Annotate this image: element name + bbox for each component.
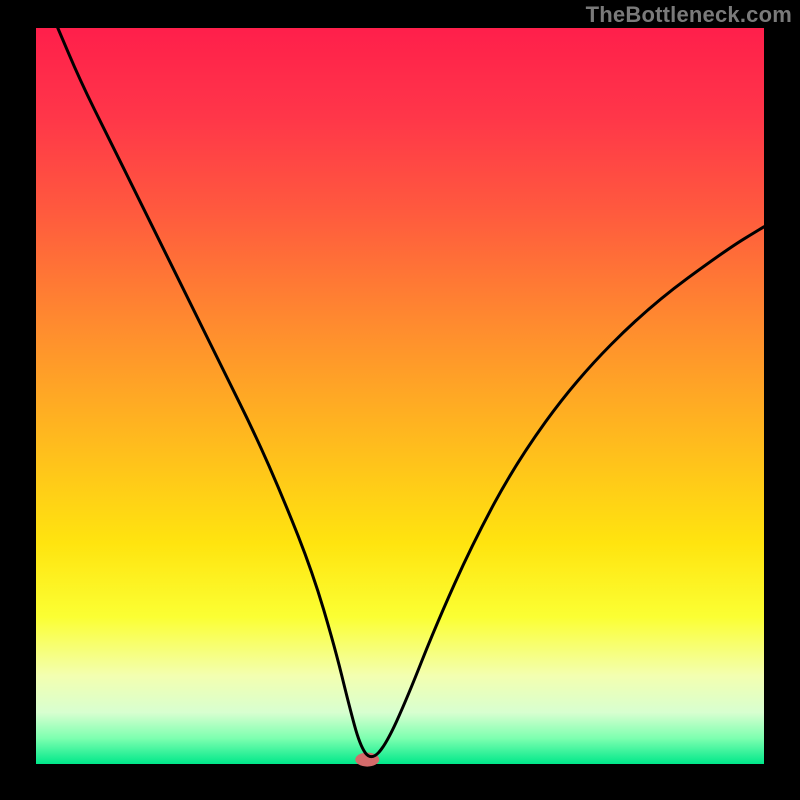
- bottleneck-chart: [0, 0, 800, 800]
- chart-container: TheBottleneck.com: [0, 0, 800, 800]
- watermark-text: TheBottleneck.com: [586, 2, 792, 28]
